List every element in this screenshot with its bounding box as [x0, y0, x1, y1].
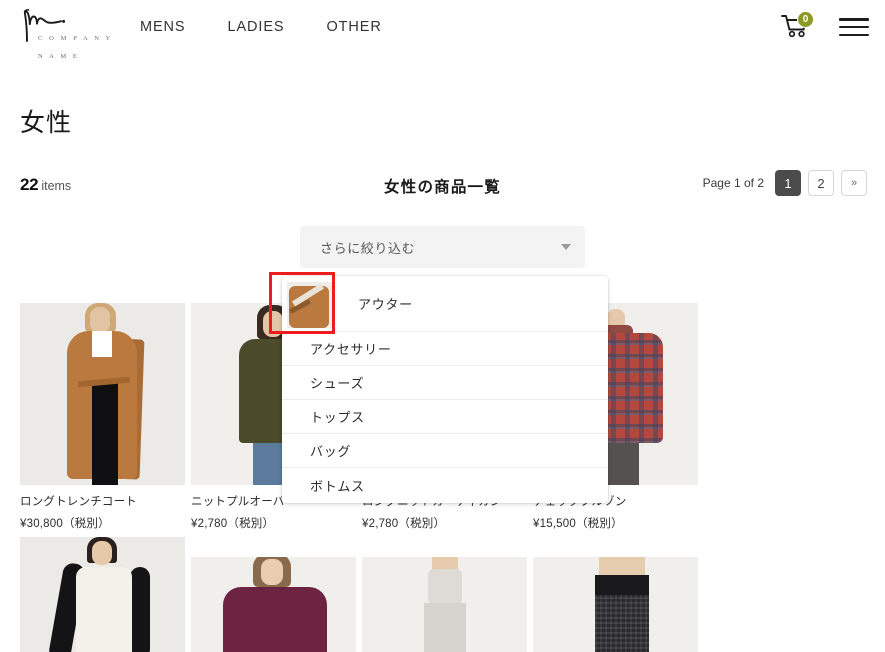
- product-card[interactable]: [191, 557, 356, 652]
- pagination: Page 1 of 2 1 2 »: [703, 170, 867, 196]
- filter-dropdown-menu: アウター アクセサリー シューズ トップス バッグ ボトムス: [282, 276, 608, 503]
- pagination-page-2[interactable]: 2: [808, 170, 834, 196]
- filter-option-shoes[interactable]: シューズ: [282, 366, 608, 400]
- filter-option-bottoms[interactable]: ボトムス: [282, 468, 608, 502]
- product-price: ¥2,780（税別）: [191, 518, 275, 530]
- cart-button[interactable]: 0: [781, 11, 814, 41]
- filter-option-label: バッグ: [310, 444, 352, 459]
- product-price: ¥2,780（税別）: [362, 518, 446, 530]
- site-header: C O M P A N Y N A M E MENS LADIES OTHER …: [0, 0, 885, 60]
- product-card[interactable]: ノースリーブトレンチコート ¥10,780（税別）: [20, 537, 185, 652]
- filter-option-thumbnail-icon: [287, 282, 333, 328]
- page-title: 女性: [20, 109, 73, 137]
- pagination-next-button[interactable]: »: [841, 170, 867, 196]
- filter-option-label: アウター: [358, 297, 413, 312]
- pagination-page-1[interactable]: 1: [775, 170, 801, 196]
- page-root: C O M P A N Y N A M E MENS LADIES OTHER …: [0, 0, 885, 652]
- cart-badge-count: 0: [797, 11, 814, 28]
- nav-item-other[interactable]: OTHER: [326, 19, 381, 35]
- main-nav: MENS LADIES OTHER: [140, 19, 382, 35]
- logo-line-1: C O M P A N Y: [38, 35, 113, 42]
- filter-select[interactable]: さらに絞り込む: [300, 226, 585, 268]
- product-image[interactable]: [533, 557, 698, 652]
- product-name: ロングトレンチコート: [20, 496, 137, 508]
- nav-item-ladies[interactable]: LADIES: [228, 19, 285, 35]
- header-actions: 0: [781, 11, 869, 41]
- filter-option-label: ボトムス: [310, 478, 365, 494]
- hamburger-menu-icon[interactable]: [839, 17, 869, 37]
- filter-option-label: トップス: [310, 410, 365, 425]
- filter-select-label: さらに絞り込む: [320, 240, 416, 256]
- pagination-label: Page 1 of 2: [702, 176, 764, 190]
- product-image[interactable]: [191, 557, 356, 652]
- product-card[interactable]: [533, 557, 698, 652]
- filter-option-accessory[interactable]: アクセサリー: [282, 332, 608, 366]
- product-card[interactable]: ロングトレンチコート ¥30,800（税別）: [20, 303, 185, 531]
- product-price: ¥30,800（税別）: [20, 518, 110, 530]
- product-price: ¥15,500（税別）: [533, 518, 623, 530]
- filter-option-label: シューズ: [310, 376, 365, 391]
- logo-wordmark: C O M P A N Y N A M E: [38, 27, 128, 63]
- filter-option-bag[interactable]: バッグ: [282, 434, 608, 468]
- product-image[interactable]: [20, 303, 185, 485]
- product-card[interactable]: [362, 557, 527, 652]
- product-image[interactable]: [20, 537, 185, 652]
- filter-option-outer[interactable]: アウター: [282, 276, 608, 332]
- filter-option-tops[interactable]: トップス: [282, 400, 608, 434]
- site-logo[interactable]: C O M P A N Y N A M E: [18, 8, 128, 60]
- logo-line-2: N A M E: [38, 53, 80, 60]
- nav-item-mens[interactable]: MENS: [140, 19, 186, 35]
- product-image[interactable]: [362, 557, 527, 652]
- chevron-down-icon: [561, 244, 571, 250]
- filter-option-label: アクセサリー: [310, 342, 392, 357]
